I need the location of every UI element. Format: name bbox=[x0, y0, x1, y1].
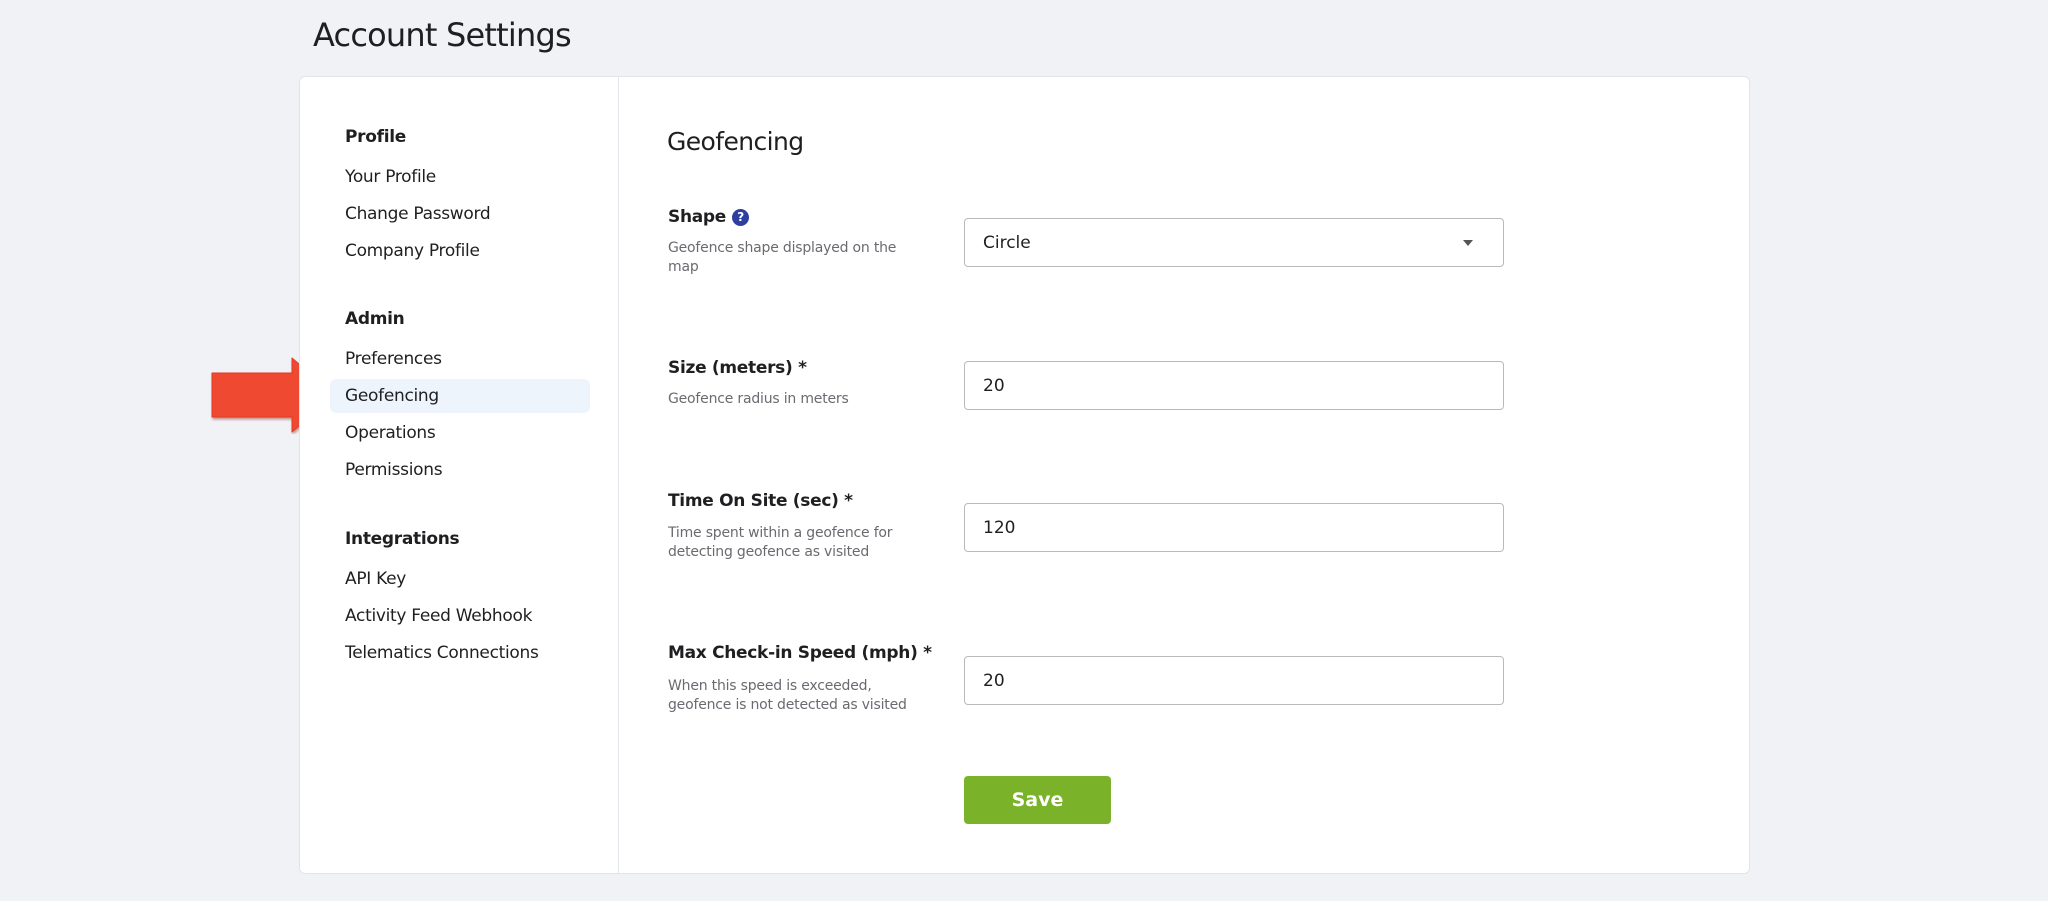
page-title: Account Settings bbox=[313, 16, 572, 54]
shape-select-value: Circle bbox=[983, 232, 1031, 253]
section-title: Geofencing bbox=[667, 127, 804, 156]
size-input[interactable] bbox=[964, 361, 1504, 410]
question-circle-icon[interactable]: ? bbox=[732, 208, 750, 226]
max-speed-label: Max Check-in Speed (mph) * bbox=[668, 643, 932, 663]
time-on-site-label: Time On Site (sec) * bbox=[668, 491, 853, 511]
time-on-site-description: Time spent within a geofence for detecti… bbox=[668, 525, 893, 560]
shape-label-text: Shape bbox=[668, 207, 727, 227]
size-description: Geofence radius in meters bbox=[668, 391, 849, 407]
shape-select[interactable]: Circle bbox=[964, 218, 1504, 267]
time-on-site-input[interactable] bbox=[964, 503, 1504, 552]
shape-label: Shape ? bbox=[668, 207, 750, 227]
max-speed-description: When this speed is exceeded, geofence is… bbox=[668, 678, 907, 713]
max-speed-input[interactable] bbox=[964, 656, 1504, 705]
shape-description: Geofence shape displayed on the map bbox=[668, 240, 897, 275]
settings-card: Profile Your Profile Change Password Com… bbox=[299, 76, 1750, 874]
geofencing-panel: Geofencing Shape ? Geofence shape displa… bbox=[300, 77, 1749, 873]
chevron-down-icon bbox=[1463, 239, 1473, 246]
save-button[interactable]: Save bbox=[964, 776, 1111, 824]
size-label: Size (meters) * bbox=[668, 358, 807, 378]
